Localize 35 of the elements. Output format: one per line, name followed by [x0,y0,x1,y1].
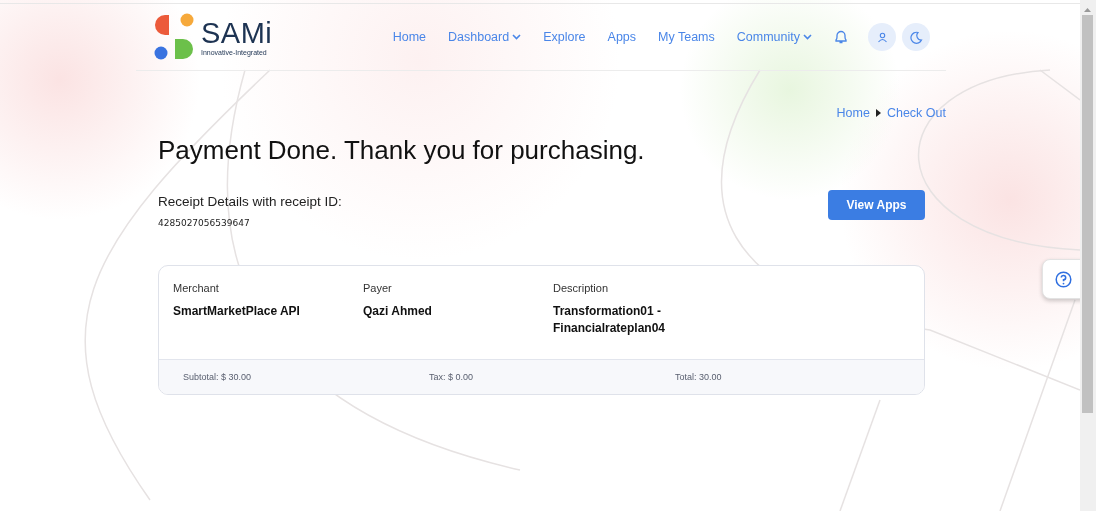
view-apps-button[interactable]: View Apps [828,190,925,220]
help-icon [1054,270,1072,288]
bell-icon[interactable] [834,29,848,45]
chevron-down-icon [512,34,522,40]
detail-value: SmartMarketPlace API [173,303,301,320]
breadcrumb-arrow-icon [875,109,881,117]
logo-name: SAMi [201,18,273,48]
nav-link[interactable]: Community [736,30,812,44]
detail-value: Qazi Ahmed [363,303,433,320]
detail-value: Transformation01 - Financialrateplan04 [553,303,667,337]
nav-link[interactable]: Explore [543,30,586,44]
user-icon [876,31,888,43]
breadcrumb-link[interactable]: Home [836,106,870,120]
scrollbar-thumb[interactable] [1082,15,1093,413]
moon-icon [909,30,923,44]
page-title: Payment Done. Thank you for purchasing. [158,135,646,167]
total-text: Subtotal: $ 30.00 [183,372,253,382]
scrollbar[interactable] [1080,0,1096,511]
nav-link[interactable]: My Teams [658,30,715,44]
detail-label: Payer [363,282,393,294]
nav-link[interactable]: Dashboard [448,30,522,44]
receipt-label: Receipt Details with receipt ID: [158,194,342,209]
nav-link[interactable]: Apps [607,30,637,44]
detail-label: Merchant [173,282,220,294]
nav-link[interactable]: Home [392,30,426,44]
theme-toggle-button[interactable] [902,23,930,51]
receipt-id: 4285027056539647 [158,218,251,228]
logo-icon [153,13,195,61]
total-text: Total: 30.00 [675,372,723,382]
breadcrumb-link[interactable]: Check Out [886,106,946,120]
total-text: Tax: $ 0.00 [429,372,475,382]
detail-label: Description [553,282,610,294]
scroll-up-arrow-icon[interactable] [1084,8,1091,12]
profile-button[interactable] [868,23,896,51]
chevron-down-icon [803,34,812,40]
